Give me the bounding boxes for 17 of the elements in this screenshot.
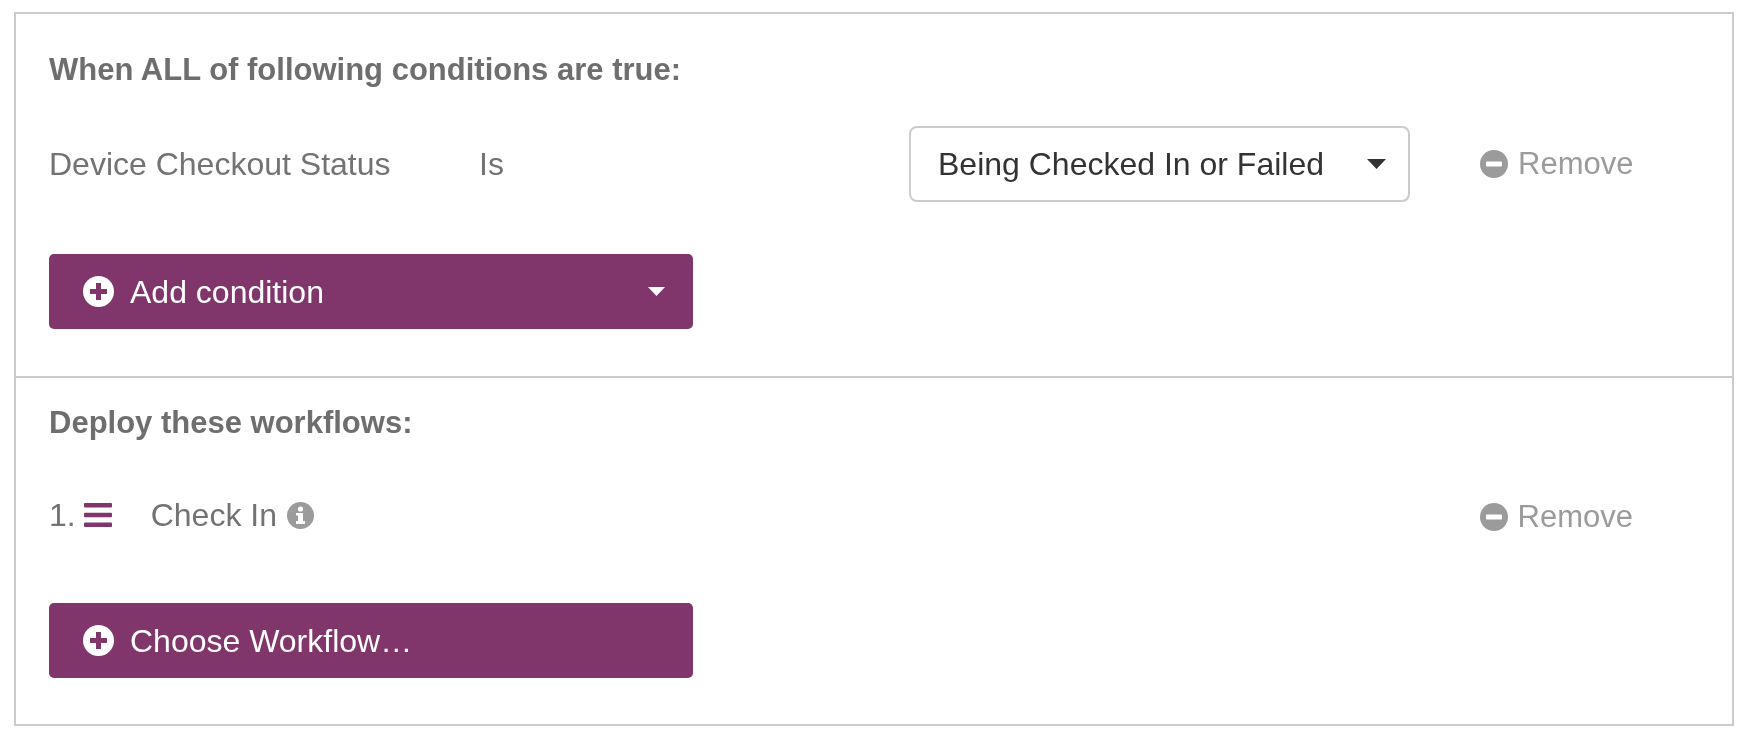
caret-icon [1367, 159, 1386, 169]
caret-icon [648, 287, 665, 296]
minus-circle-icon [1479, 503, 1508, 531]
condition-field-label: Device Checkout Status [49, 146, 392, 182]
section-heading: When ALL of following conditions are true: [49, 52, 682, 88]
condition-operator: Is [479, 146, 505, 182]
plus-circle-icon [83, 625, 114, 656]
section-heading: Deploy these workflows: [49, 405, 413, 441]
plus-circle-icon [83, 276, 114, 307]
value-dropdown[interactable]: Being Checked In or Failed [909, 126, 1410, 202]
add-condition-button[interactable]: Add condition [49, 254, 693, 329]
list-number: 1. [49, 497, 76, 533]
menu-icon[interactable] [83, 503, 112, 527]
workflow-name: Check In [150, 497, 277, 533]
choose-workflow-button[interactable]: Choose Workflow… [49, 603, 693, 678]
info-icon[interactable] [286, 501, 314, 529]
minus-circle-icon [1480, 150, 1508, 178]
